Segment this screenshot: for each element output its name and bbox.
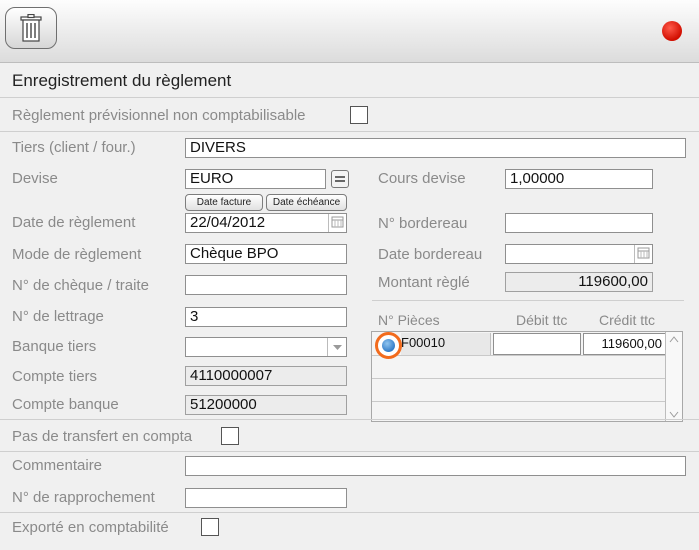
calendar-icon[interactable] <box>328 214 346 232</box>
cours-devise-label: Cours devise <box>378 170 466 187</box>
divider <box>0 512 699 513</box>
previsionnel-label: Règlement prévisionnel non comptabilisab… <box>12 107 306 124</box>
calendar-grid-icon <box>637 247 650 259</box>
divider <box>0 97 699 98</box>
devise-label: Devise <box>12 170 58 187</box>
lettrage-field[interactable]: 3 <box>185 307 347 327</box>
red-circle-icon[interactable] <box>662 21 682 41</box>
transfert-label: Pas de transfert en compta <box>12 428 193 445</box>
montant-label: Montant règlé <box>378 274 470 291</box>
commentaire-field[interactable] <box>185 456 686 476</box>
divider <box>0 451 699 452</box>
banque-tiers-label: Banque tiers <box>12 338 97 355</box>
divider <box>0 131 699 132</box>
list-icon[interactable] <box>331 170 349 188</box>
exporte-label: Exporté en comptabilité <box>12 519 169 536</box>
calendar-grid-icon <box>331 216 344 228</box>
calendar-icon[interactable] <box>634 245 652 263</box>
date-reglement-field[interactable]: 22/04/2012 <box>185 213 347 233</box>
tiers-field[interactable]: DIVERS <box>185 138 686 158</box>
rapprochement-label: N° de rapprochement <box>12 489 155 506</box>
table-row-divider <box>372 378 666 379</box>
divider <box>0 419 699 420</box>
cours-devise-field[interactable]: 1,00000 <box>505 169 653 189</box>
date-bordereau-field[interactable] <box>505 244 653 264</box>
table-row-divider <box>372 401 666 402</box>
toolbar <box>0 0 699 63</box>
payment-form: Enregistrement du règlement Règlement pr… <box>0 63 699 550</box>
tiers-label: Tiers (client / four.) <box>12 139 136 156</box>
bordereau-field[interactable] <box>505 213 653 233</box>
table-cell-credit[interactable]: 119600,00 <box>583 333 666 355</box>
compte-banque-field: 51200000 <box>185 395 347 415</box>
date-bordereau-label: Date bordereau <box>378 246 483 263</box>
column-header-debit: Débit ttc <box>516 312 568 328</box>
banque-tiers-select[interactable] <box>185 337 347 357</box>
previsionnel-checkbox[interactable] <box>350 106 368 124</box>
rapprochement-field[interactable] <box>185 488 347 508</box>
date-echeance-button[interactable]: Date échéance <box>266 194 347 211</box>
bordereau-label: N° bordereau <box>378 215 468 232</box>
table-row-divider <box>372 355 666 356</box>
compte-tiers-field: 4110000007 <box>185 366 347 386</box>
scrollbar[interactable] <box>665 332 682 421</box>
compte-tiers-label: Compte tiers <box>12 368 98 385</box>
menu-lines-icon <box>335 176 345 182</box>
scroll-arrows-icon <box>669 336 679 418</box>
trash-icon <box>20 14 42 42</box>
montant-field: 119600,00 <box>505 272 653 292</box>
mode-reglement-label: Mode de règlement <box>12 246 142 263</box>
lettrage-label: N° de lettrage <box>12 308 104 325</box>
cheque-label: N° de chèque / traite <box>12 277 149 294</box>
table-cell-piece[interactable]: F00010 <box>401 333 491 355</box>
page-title: Enregistrement du règlement <box>12 71 232 90</box>
divider <box>372 300 684 301</box>
pieces-table[interactable]: F00010 119600,00 <box>371 331 683 422</box>
magnifier-icon[interactable] <box>375 332 402 359</box>
exporte-checkbox[interactable] <box>201 518 219 536</box>
chevron-down-icon[interactable] <box>327 338 347 356</box>
date-reglement-label: Date de règlement <box>12 214 136 231</box>
magnifier-lens-icon <box>382 339 395 352</box>
date-reglement-value: 22/04/2012 <box>190 214 266 231</box>
devise-field[interactable]: EURO <box>185 169 326 189</box>
compte-banque-label: Compte banque <box>12 396 119 413</box>
delete-button[interactable] <box>5 7 57 49</box>
commentaire-label: Commentaire <box>12 457 103 474</box>
table-cell-debit[interactable] <box>493 333 581 355</box>
transfert-checkbox[interactable] <box>221 427 239 445</box>
cheque-field[interactable] <box>185 275 347 295</box>
mode-reglement-field[interactable]: Chèque BPO <box>185 244 347 264</box>
column-header-credit: Crédit ttc <box>599 312 656 328</box>
date-facture-button[interactable]: Date facture <box>185 194 263 211</box>
column-header-pieces: N° Pièces <box>378 312 440 328</box>
